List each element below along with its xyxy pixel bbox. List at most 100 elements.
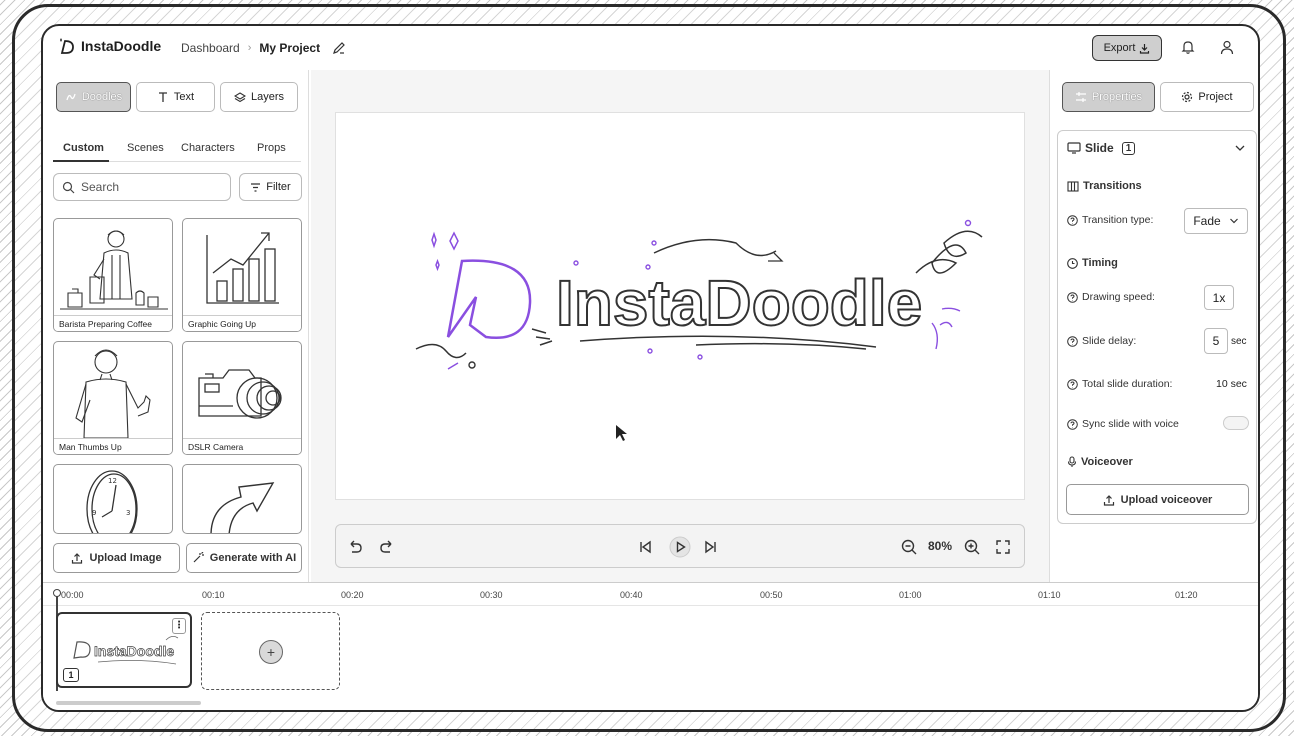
slide-menu-icon[interactable]: ⋮ — [172, 618, 186, 634]
playback-controls: 80% — [335, 524, 1025, 568]
app-name: InstaDoodle — [81, 38, 162, 54]
doodle-card-man-thumbs-up[interactable]: Man Thumbs Up — [53, 341, 173, 455]
project-tab-button[interactable]: Project — [1160, 82, 1254, 112]
breadcrumb-dashboard[interactable]: Dashboard — [181, 41, 240, 55]
breadcrumb-project: My Project — [259, 41, 321, 55]
slide-canvas[interactable]: InstaDoodle — [335, 112, 1025, 500]
app-window: InstaDoodle Dashboard › My Project Expor… — [41, 24, 1260, 712]
sync-voice-row: Sync slide with voice — [1067, 418, 1179, 430]
zoom-in-icon[interactable] — [963, 538, 981, 556]
tab-props[interactable]: Props — [257, 142, 286, 154]
top-bar: InstaDoodle Dashboard › My Project Expor… — [43, 26, 1258, 70]
barista-illustration-icon — [60, 230, 168, 310]
properties-tab-button[interactable]: Properties — [1062, 82, 1155, 112]
timeline-tick: 01:00 — [899, 590, 922, 600]
arrow-illustration-icon — [210, 482, 275, 533]
skip-forward-icon[interactable] — [702, 538, 720, 556]
upload-voiceover-button[interactable]: Upload voiceover — [1066, 484, 1249, 515]
doodle-card-barista[interactable]: Barista Preparing Coffee — [53, 218, 173, 332]
columns-icon — [1067, 180, 1079, 192]
transitions-header: Transitions — [1083, 180, 1142, 192]
chevron-down-icon — [1229, 218, 1238, 224]
slide-delay-input[interactable]: 5 — [1204, 328, 1228, 354]
assets-panel: Doodles Text Layers Custom Scenes Charac… — [43, 70, 309, 582]
doodles-mode-button[interactable]: Doodles — [56, 82, 131, 112]
zoom-out-icon[interactable] — [900, 538, 918, 556]
zoom-level: 80% — [928, 539, 953, 553]
generate-ai-button[interactable]: Generate with AI — [186, 543, 302, 573]
search-input[interactable]: Search — [53, 173, 231, 201]
logo-wordmark: InstaDoodle — [556, 267, 922, 339]
chevron-right-icon: › — [247, 42, 252, 54]
filter-button[interactable]: Filter — [239, 173, 302, 201]
doodle-card-graphic-going-up[interactable]: Graphic Going Up — [182, 218, 302, 332]
redo-icon[interactable] — [378, 538, 396, 556]
undo-icon[interactable] — [346, 538, 364, 556]
help-circle-icon[interactable] — [1067, 291, 1078, 303]
sync-voice-toggle[interactable] — [1223, 416, 1249, 430]
timeline-ruler — [43, 605, 1258, 606]
total-duration-row: Total slide duration: — [1067, 378, 1172, 390]
layers-mode-button[interactable]: Layers — [220, 82, 298, 112]
bar-chart-illustration-icon — [206, 232, 279, 304]
tab-custom[interactable]: Custom — [63, 142, 104, 154]
timeline-tick: 00:30 — [480, 590, 503, 600]
timeline-tick: 00:50 — [760, 590, 783, 600]
filter-label: Filter — [266, 181, 291, 193]
playhead-handle[interactable] — [53, 589, 61, 597]
drawing-speed-row: Drawing speed: — [1067, 291, 1155, 303]
transitions-section-header: Transitions — [1067, 180, 1142, 192]
doodle-card-clock[interactable]: 12 9 3 — [53, 464, 173, 534]
help-circle-icon[interactable] — [1067, 418, 1078, 430]
doodle-card-dslr-camera[interactable]: DSLR Camera — [182, 341, 302, 455]
add-slide-button[interactable]: + — [201, 612, 340, 690]
drawing-speed-input[interactable]: 1x — [1204, 285, 1234, 310]
help-circle-icon[interactable] — [1067, 335, 1078, 347]
upload-image-button[interactable]: Upload Image — [53, 543, 180, 573]
transition-type-row: Transition type: — [1067, 214, 1153, 226]
upload-image-label: Upload Image — [89, 552, 162, 564]
slide-header[interactable]: Slide 1 — [1067, 141, 1136, 155]
bell-icon[interactable] — [1180, 39, 1196, 55]
timeline-tick: 00:40 — [620, 590, 643, 600]
tab-scenes[interactable]: Scenes — [127, 142, 164, 154]
skip-back-icon[interactable] — [636, 538, 654, 556]
transition-type-value: Fade — [1193, 214, 1221, 228]
sync-voice-label: Sync slide with voice — [1082, 418, 1179, 430]
card-caption: Graphic Going Up — [183, 315, 301, 331]
timing-header: Timing — [1082, 257, 1118, 269]
microphone-icon — [1067, 456, 1077, 467]
fullscreen-icon[interactable] — [994, 538, 1012, 556]
help-circle-icon[interactable] — [1067, 214, 1078, 226]
timeline-scrollbar[interactable] — [56, 701, 201, 705]
card-caption: Barista Preparing Coffee — [54, 315, 172, 331]
transition-type-label: Transition type: — [1082, 214, 1154, 226]
timeline-slide-1[interactable]: InstaDoodle ⋮ 1 — [56, 612, 192, 688]
properties-label: Properties — [1091, 91, 1143, 103]
timeline-tick: 00:20 — [341, 590, 364, 600]
breadcrumb: Dashboard › My Project — [181, 41, 346, 55]
upload-icon — [1103, 494, 1114, 506]
export-button[interactable]: Export — [1092, 35, 1162, 61]
slide-number: 1 — [63, 668, 79, 682]
app-logo[interactable]: InstaDoodle — [57, 36, 161, 56]
chevron-down-icon[interactable] — [1234, 143, 1246, 153]
monitor-icon — [1067, 142, 1081, 154]
upload-icon — [72, 553, 83, 564]
man-thumbs-up-illustration-icon — [75, 349, 151, 439]
svg-text:12: 12 — [108, 477, 117, 485]
svg-text:9: 9 — [92, 509, 96, 517]
play-icon[interactable] — [669, 536, 691, 558]
edit-pencil-icon[interactable] — [332, 41, 346, 55]
clock-icon — [1067, 257, 1078, 269]
card-caption: DSLR Camera — [183, 438, 301, 454]
text-mode-button[interactable]: Text — [136, 82, 215, 112]
user-icon[interactable] — [1219, 39, 1235, 55]
transition-type-select[interactable]: Fade — [1184, 208, 1248, 234]
help-circle-icon[interactable] — [1067, 378, 1078, 390]
asset-tabs: Custom Scenes Characters Props — [53, 136, 301, 162]
properties-panel: Properties Project Slide 1 Transitions T… — [1049, 70, 1258, 582]
tab-characters[interactable]: Characters — [181, 142, 235, 154]
doodle-card-arrow[interactable] — [182, 464, 302, 534]
timeline-tick: 00:10 — [202, 590, 225, 600]
